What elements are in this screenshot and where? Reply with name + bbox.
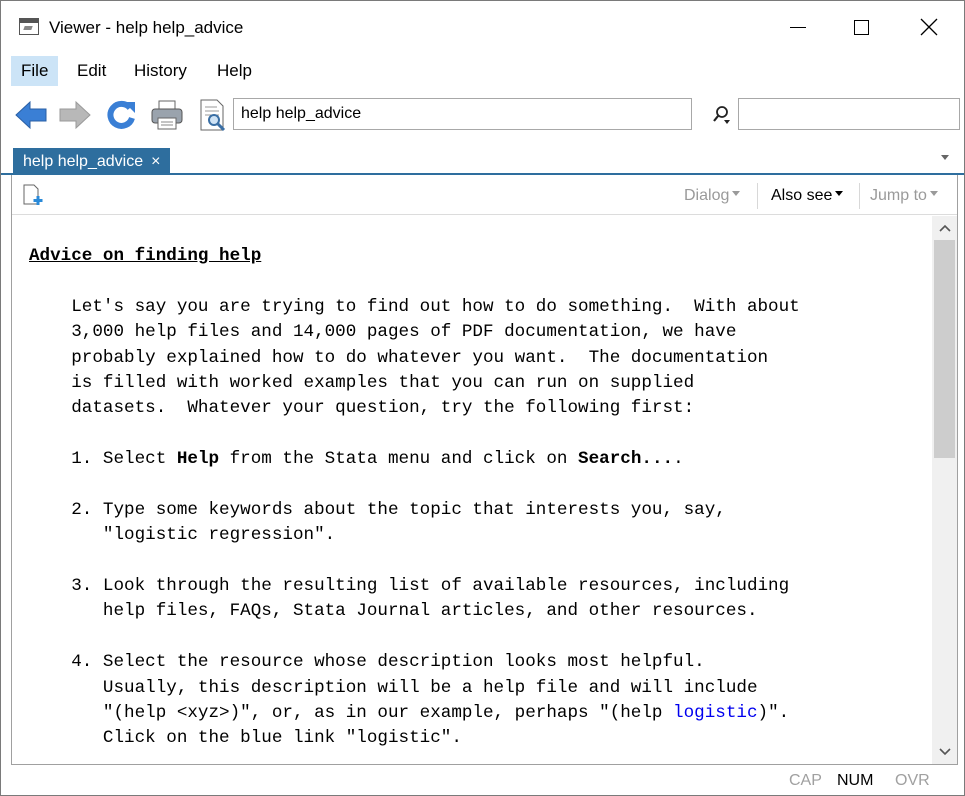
forward-arrow-icon [59, 100, 91, 130]
scroll-up-button[interactable] [932, 216, 957, 240]
scrollbar-thumb[interactable] [934, 240, 955, 458]
new-viewer-tab-icon[interactable] [22, 184, 44, 206]
refresh-button[interactable] [103, 97, 139, 133]
step-1-text: from the Stata menu and click on [219, 449, 579, 470]
step-2: "logistic regression". [29, 523, 800, 548]
help-content: Advice on finding help Let's say you are… [12, 216, 930, 764]
menu-edit[interactable]: Edit [67, 56, 116, 86]
intro-line: probably explained how to do whatever yo… [29, 346, 800, 371]
tab-close-icon[interactable]: × [151, 153, 160, 170]
intro-line: Let's say you are trying to find out how… [29, 295, 800, 320]
also-see-menu-label: Also see [771, 187, 833, 204]
also-see-menu[interactable]: Also see [771, 183, 844, 209]
help-text: Advice on finding help Let's say you are… [29, 244, 800, 752]
intro-text: probably explained how to do whatever yo… [71, 347, 769, 368]
find-input[interactable] [738, 98, 960, 130]
step-4-text: Click on the blue link "logistic". [71, 728, 462, 749]
intro-line: datasets. Whatever your question, try th… [29, 396, 800, 421]
pane-toolbar: Dialog Also see Jump to [12, 175, 957, 215]
help-heading: Advice on finding help [29, 246, 262, 266]
search-document-icon [200, 99, 226, 132]
status-ovr: OVR [895, 772, 930, 789]
step-1-text: . [673, 449, 684, 470]
minimize-icon [790, 26, 806, 28]
intro-text: 3,000 help files and 14,000 pages of PDF… [71, 322, 737, 343]
viewer-app-icon [19, 18, 39, 35]
intro-line: is filled with worked examples that you … [29, 371, 800, 396]
step-4-text: Usually, this description will be a help… [71, 677, 758, 698]
step-4: "(help <xyz>)", or, as in our example, p… [29, 701, 800, 726]
tab-label: help help_advice [23, 153, 144, 170]
print-button[interactable] [149, 97, 185, 133]
tab-list-chevron-down-icon[interactable] [941, 155, 949, 160]
intro-line: 3,000 help files and 14,000 pages of PDF… [29, 320, 800, 345]
jump-to-menu: Jump to [870, 183, 938, 209]
intro-text: Let's say you are trying to find out how… [71, 296, 800, 317]
step-3-text: help files, FAQs, Stata Journal articles… [71, 601, 758, 622]
menu-history[interactable]: History [124, 56, 197, 86]
menu-help[interactable]: Help [207, 56, 262, 86]
status-num: NUM [837, 772, 874, 789]
step-4-text: )". [757, 703, 790, 724]
find-magnifier-icon[interactable] [711, 104, 733, 126]
step-4-text: 4. Select the resource whose description… [71, 652, 705, 673]
step-1-text: 1. Select [71, 449, 177, 470]
step-2-text: "logistic regression". [71, 525, 336, 546]
chevron-up-icon [938, 224, 951, 232]
step-1-help-bold: Help [176, 449, 220, 470]
also-see-caret-icon [835, 191, 844, 197]
status-bar: CAP NUM OVR [1, 769, 964, 795]
help-pane: Dialog Also see Jump to Advice on findin… [11, 175, 958, 765]
step-4: 4. Select the resource whose description… [29, 650, 800, 675]
step-1: 1. Select Help from the Stata menu and c… [29, 447, 800, 472]
title-bar: Viewer - help help_advice [1, 1, 964, 53]
step-3-text: 3. Look through the resulting list of av… [71, 576, 790, 597]
tab-strip: help help_advice × [1, 141, 964, 175]
scroll-down-button[interactable] [932, 740, 957, 764]
status-cap: CAP [789, 772, 822, 789]
window-title: Viewer - help help_advice [49, 18, 244, 37]
chevron-down-icon [938, 748, 951, 756]
maximize-button[interactable] [832, 1, 890, 53]
step-2-text: 2. Type some keywords about the topic th… [71, 499, 726, 520]
intro-text: is filled with worked examples that you … [71, 372, 695, 393]
back-arrow-icon [15, 100, 47, 130]
step-4: Click on the blue link "logistic". [29, 726, 800, 751]
close-window-button[interactable] [900, 1, 958, 53]
step-4-text: "(help <xyz>)", or, as in our example, p… [71, 703, 674, 724]
dialog-caret-icon [732, 191, 741, 197]
vertical-scrollbar[interactable] [932, 216, 957, 764]
step-1-search-bold: Search... [578, 449, 674, 470]
printer-icon [151, 100, 183, 130]
pane-toolbar-divider [757, 183, 758, 209]
step-3: 3. Look through the resulting list of av… [29, 574, 800, 599]
dialog-menu-label: Dialog [684, 187, 730, 204]
step-2: 2. Type some keywords about the topic th… [29, 498, 800, 523]
logistic-link[interactable]: logistic [673, 703, 757, 723]
forward-button[interactable] [57, 97, 93, 133]
step-4: Usually, this description will be a help… [29, 676, 800, 701]
address-input[interactable]: help help_advice [233, 98, 692, 130]
jump-to-caret-icon [929, 191, 938, 197]
close-icon [920, 18, 938, 36]
intro-text: datasets. Whatever your question, try th… [71, 398, 695, 419]
step-3: help files, FAQs, Stata Journal articles… [29, 599, 800, 624]
search-help-button[interactable] [194, 97, 230, 133]
menu-file[interactable]: File [11, 56, 59, 86]
back-button[interactable] [13, 97, 49, 133]
dialog-menu: Dialog [684, 183, 741, 209]
menu-bar: File Edit History Help [1, 53, 964, 89]
jump-to-menu-label: Jump to [870, 187, 927, 204]
tab-help-help-advice[interactable]: help help_advice × [13, 148, 171, 175]
pane-toolbar-divider [859, 183, 860, 209]
minimize-button[interactable] [769, 1, 827, 53]
maximize-icon [853, 19, 869, 35]
refresh-icon [107, 100, 135, 129]
viewer-window: Viewer - help help_advice File Edit Hist… [0, 0, 965, 796]
